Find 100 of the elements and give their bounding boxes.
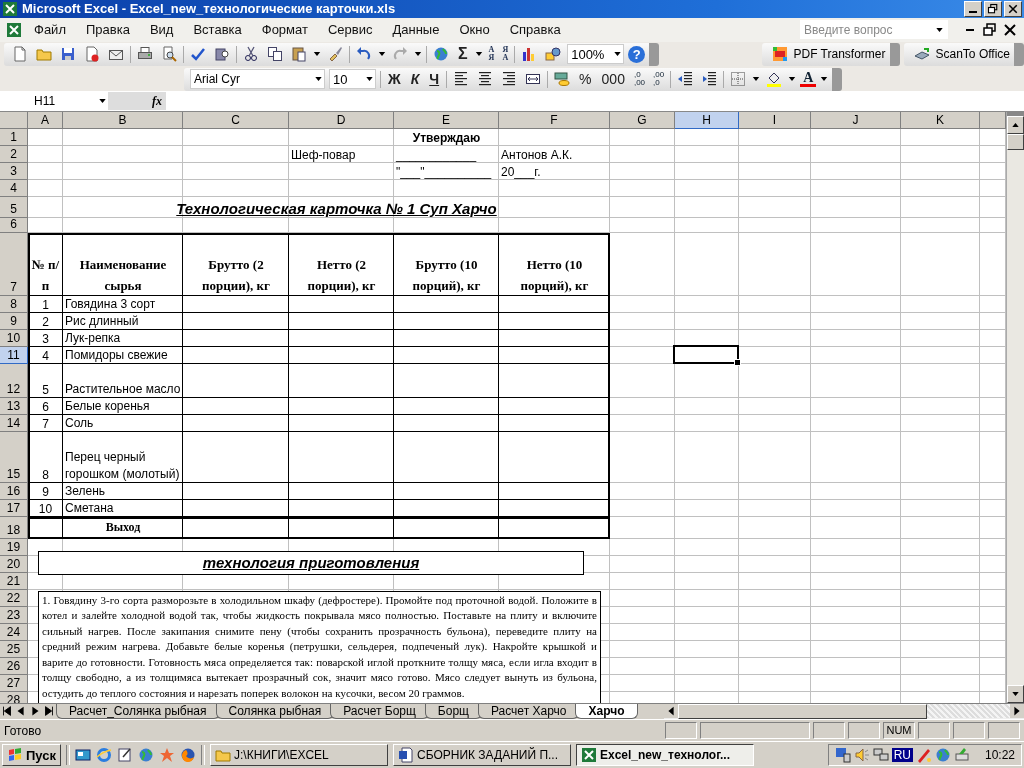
sort-ascending-button[interactable]: А Я — [486, 46, 497, 63]
currency-icon[interactable] — [554, 71, 571, 87]
caret-icon[interactable] — [313, 52, 321, 57]
vertical-scrollbar[interactable] — [1006, 111, 1024, 703]
menu-item[interactable]: Формат — [253, 20, 316, 40]
close-icon[interactable] — [1002, 21, 1018, 38]
restore-button[interactable] — [984, 0, 1002, 17]
increase-decimal-button[interactable]: ,0 ,00 — [631, 71, 648, 87]
new-document-icon[interactable] — [12, 46, 28, 63]
restore-icon[interactable] — [982, 21, 998, 38]
row-header[interactable]: 18 — [0, 516, 28, 539]
borders-icon[interactable] — [730, 71, 747, 87]
name-box[interactable]: H11 — [0, 92, 108, 111]
menu-item[interactable]: Справка — [501, 20, 569, 40]
font-dropdown[interactable]: Arial Cyr — [190, 69, 325, 89]
research-icon[interactable] — [214, 46, 230, 63]
sheet-tab[interactable]: Харчо — [575, 703, 638, 719]
caret-icon[interactable] — [378, 52, 386, 57]
sheet-tab[interactable]: Расчет Борщ — [330, 703, 429, 719]
monitor-icon[interactable] — [834, 747, 851, 764]
pdf-icon[interactable] — [771, 46, 788, 63]
close-button[interactable] — [1004, 0, 1022, 17]
indent-icon[interactable] — [701, 71, 718, 87]
taskbar-button[interactable]: J:\КНИГИ\EXCEL — [210, 744, 388, 767]
align-center-icon[interactable] — [477, 71, 494, 87]
merge-cells-icon[interactable] — [525, 71, 542, 87]
zoom-dropdown[interactable]: 100% — [567, 44, 625, 65]
fill-handle[interactable] — [734, 358, 741, 366]
drawing-icon[interactable] — [545, 46, 562, 63]
font-size-dropdown[interactable]: 10 — [329, 69, 376, 89]
row-header[interactable]: 15 — [0, 431, 28, 483]
menu-item[interactable]: Правка — [77, 20, 138, 40]
decrease-decimal-button[interactable]: ,00 ,0 — [651, 71, 667, 87]
speaker-icon[interactable] — [853, 747, 870, 764]
spelling-icon[interactable] — [190, 46, 206, 63]
active-cell[interactable] — [673, 344, 739, 364]
scroll-left-icon[interactable] — [663, 704, 678, 719]
font-color-button[interactable]: A — [800, 71, 817, 87]
globe-icon[interactable] — [433, 46, 449, 63]
spreadsheet-icon[interactable] — [6, 21, 22, 38]
desktop-icon[interactable] — [75, 747, 91, 764]
menu-item[interactable]: Сервис — [319, 20, 381, 40]
scroll-thumb[interactable] — [677, 703, 928, 719]
star-icon[interactable] — [159, 747, 175, 764]
percent-button[interactable]: % — [576, 71, 595, 87]
row-header[interactable]: 12 — [0, 363, 28, 398]
caret-icon[interactable] — [752, 77, 761, 81]
folder-icon[interactable] — [36, 46, 52, 63]
scissors-icon[interactable] — [243, 46, 259, 63]
outdent-icon[interactable] — [677, 71, 694, 87]
start-button[interactable]: Пуск — [2, 744, 61, 767]
thousands-button[interactable]: 000 — [598, 71, 628, 87]
language-indicator[interactable]: RU — [891, 748, 913, 763]
caret-icon[interactable] — [414, 52, 422, 57]
sort-descending-button[interactable]: Я А — [500, 46, 511, 63]
taskbar-button[interactable]: Excel_new_технолог... — [576, 744, 754, 767]
globe-icon[interactable] — [138, 747, 154, 764]
browser-icon[interactable] — [96, 747, 112, 764]
save-icon[interactable] — [60, 46, 76, 63]
fill-color-icon[interactable] — [766, 71, 783, 87]
sheet-tab[interactable]: Борщ — [424, 703, 482, 719]
brush-icon[interactable] — [327, 46, 343, 63]
minimize-button[interactable] — [964, 0, 982, 17]
clipboard-icon[interactable] — [291, 46, 307, 63]
network-icon[interactable] — [872, 747, 889, 764]
help-button[interactable]: ? — [628, 45, 646, 63]
align-left-icon[interactable] — [453, 71, 470, 87]
sheet-tab[interactable]: Расчет_Солянка рыбная — [56, 703, 220, 719]
bold-button[interactable]: Ж — [385, 71, 404, 87]
notepad-icon[interactable] — [117, 747, 133, 764]
minimize-icon[interactable] — [966, 28, 974, 31]
menu-item[interactable]: Вставка — [185, 20, 250, 40]
menu-item[interactable]: Окно — [451, 20, 498, 40]
permission-icon[interactable] — [84, 46, 100, 63]
underline-button[interactable]: Ч — [426, 71, 443, 87]
first-sheet-icon[interactable] — [0, 703, 14, 718]
scroll-right-icon[interactable] — [1010, 704, 1024, 719]
row-header[interactable]: 7 — [0, 232, 28, 296]
menu-item[interactable]: Вид — [141, 20, 182, 40]
scroll-down-button[interactable] — [1007, 684, 1024, 703]
pen-icon[interactable] — [915, 747, 932, 764]
italic-button[interactable]: К — [407, 71, 423, 87]
globe-icon[interactable] — [934, 747, 951, 764]
caret-icon[interactable] — [474, 52, 483, 57]
print-preview-icon[interactable] — [161, 46, 177, 63]
taskbar-button[interactable]: СБОРНИК ЗАДАНИЙ П... — [393, 744, 571, 767]
autosum-button[interactable]: Σ — [455, 45, 471, 64]
caret-icon[interactable] — [820, 77, 829, 81]
help-search-field[interactable]: Введите вопрос — [800, 20, 948, 40]
last-sheet-icon[interactable] — [42, 703, 56, 718]
horizontal-scrollbar[interactable] — [663, 703, 1024, 719]
align-right-icon[interactable] — [501, 71, 518, 87]
copy-icon[interactable] — [267, 46, 283, 63]
toolbar-options-button[interactable] — [889, 42, 900, 66]
insert-function-button[interactable]: fx — [108, 92, 166, 111]
menu-item[interactable]: Данные — [384, 20, 448, 40]
fox-globe-icon[interactable] — [180, 747, 196, 764]
caret-icon[interactable] — [788, 77, 797, 81]
menu-item[interactable]: Файл — [26, 20, 74, 40]
row-header[interactable]: 5 — [0, 196, 28, 218]
